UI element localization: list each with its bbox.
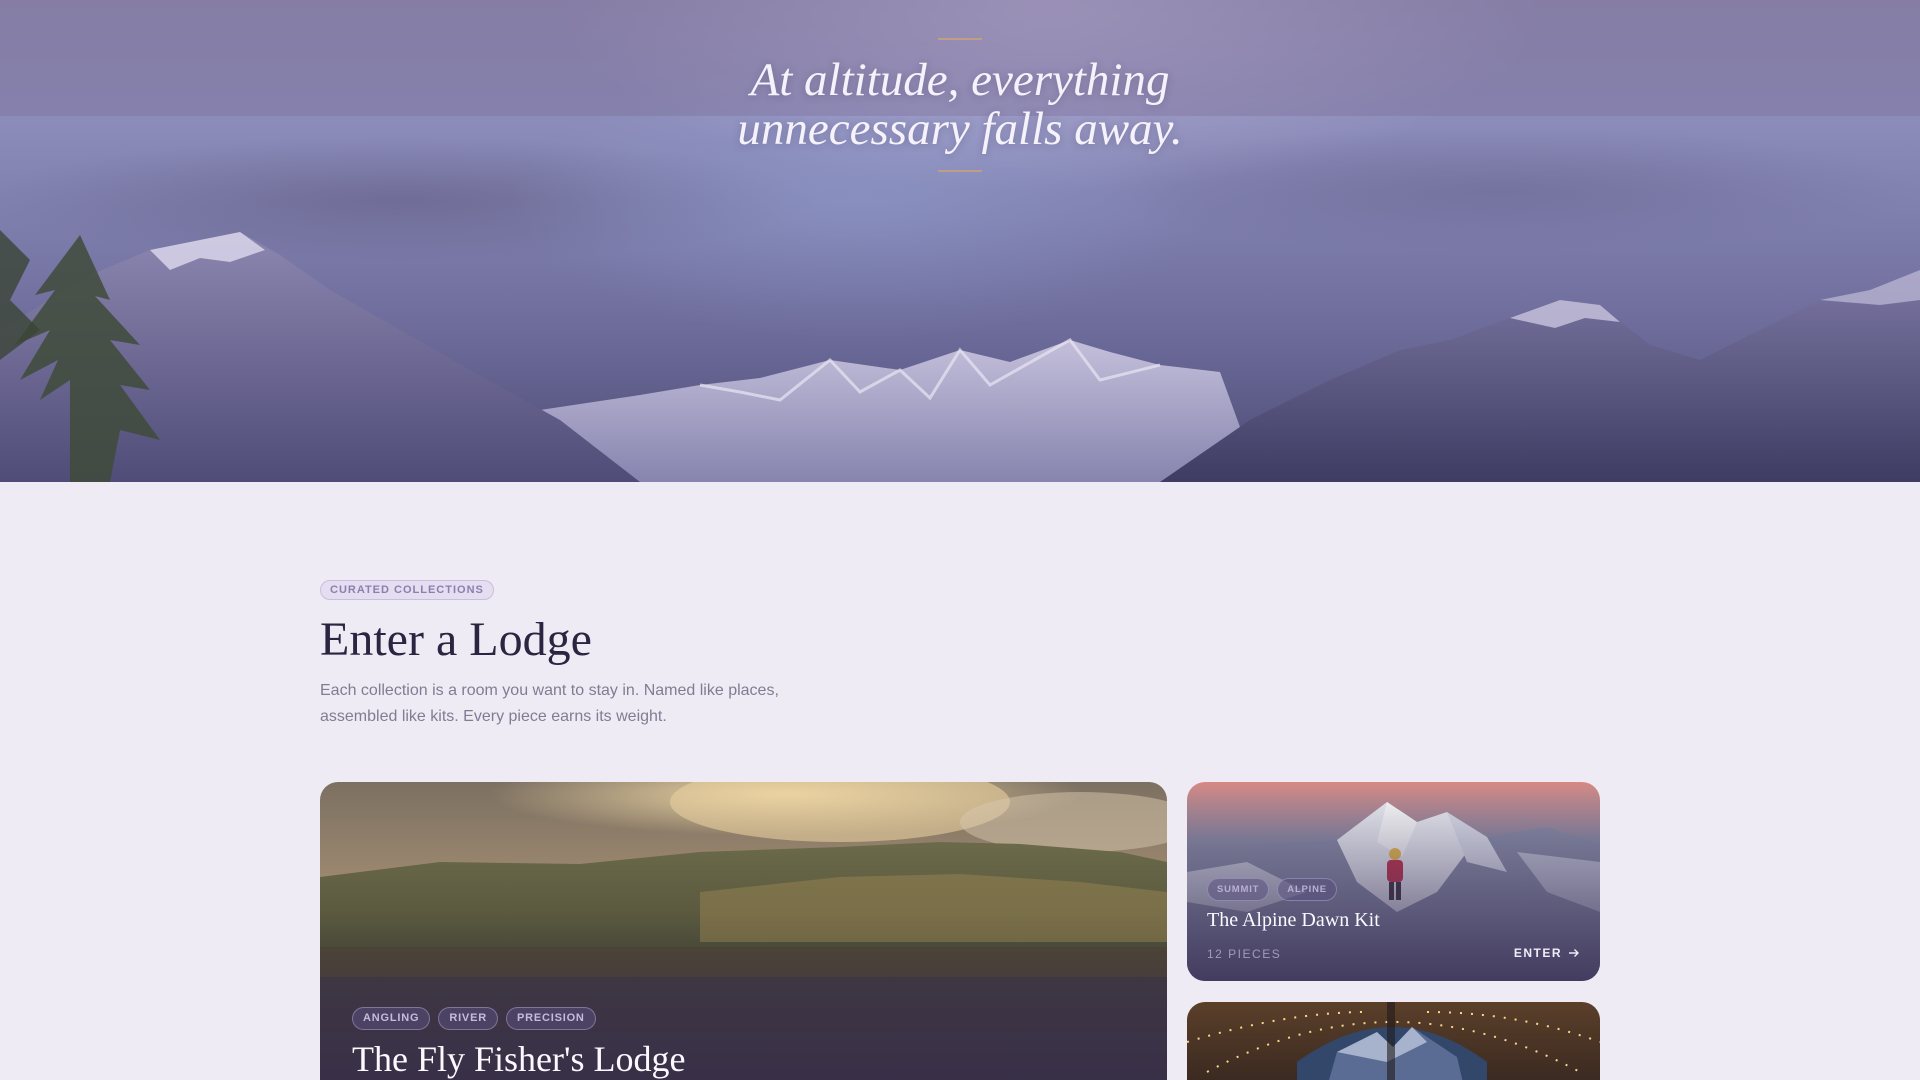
alpine-dawn-enter-link[interactable]: ENTER xyxy=(1514,946,1580,960)
hero-quote: At altitude, everything unnecessary fall… xyxy=(0,0,1920,172)
fly-fisher-title: The Fly Fisher's Lodge xyxy=(352,1039,686,1079)
collection-card-fly-fisher[interactable]: ANGLING RIVER PRECISION The Fly Fisher's… xyxy=(320,782,1167,1080)
enter-label: ENTER xyxy=(1513,946,1562,960)
dome-image xyxy=(1187,1002,1600,1080)
quote-text: At altitude, everything unnecessary fall… xyxy=(660,56,1260,154)
alpine-dawn-tags: SUMMIT ALPINE xyxy=(1207,878,1337,901)
alpine-dawn-title: The Alpine Dawn Kit xyxy=(1207,909,1380,931)
fly-fisher-tags: ANGLING RIVER PRECISION xyxy=(352,1007,596,1030)
tag-alpine: ALPINE xyxy=(1277,878,1337,901)
quote-rule-bottom xyxy=(938,170,982,172)
section-description: Each collection is a room you want to st… xyxy=(320,682,779,725)
quote-line-1: At altitude, everything xyxy=(750,54,1170,106)
alpine-dawn-piece-count: 12 PIECES xyxy=(1207,947,1282,961)
fly-fisher-shade xyxy=(320,782,1167,1080)
tag-angling: ANGLING xyxy=(352,1007,431,1030)
arrow-right-icon xyxy=(1569,949,1579,957)
tag-precision: PRECISION xyxy=(505,1007,596,1030)
eyebrow-badge: CURATED COLLECTIONS xyxy=(320,580,494,600)
collection-card-dome[interactable] xyxy=(1187,1002,1600,1080)
collections-section-header: CURATED COLLECTIONS Enter a Lodge Each c… xyxy=(320,580,1600,730)
tag-river: RIVER xyxy=(438,1007,498,1030)
hero-banner: At altitude, everything unnecessary fall… xyxy=(0,0,1920,482)
section-title: Enter a Lodge xyxy=(320,613,592,666)
quote-line-2: unnecessary falls away. xyxy=(737,103,1183,155)
quote-rule-top xyxy=(938,38,982,40)
tag-summit: SUMMIT xyxy=(1207,878,1270,901)
collection-card-alpine-dawn[interactable]: SUMMIT ALPINE The Alpine Dawn Kit 12 PIE… xyxy=(1187,782,1600,981)
